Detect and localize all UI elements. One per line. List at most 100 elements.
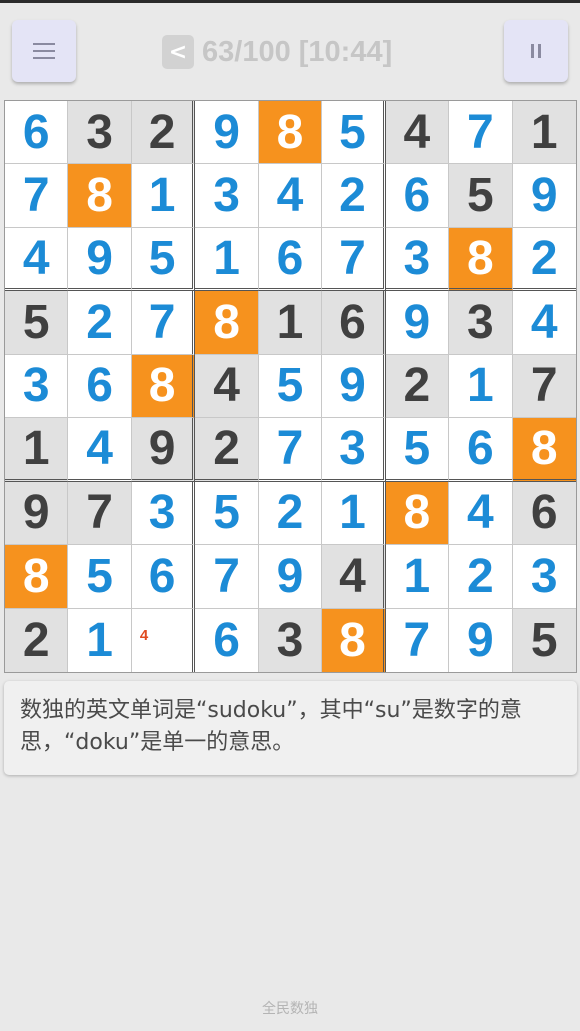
cell-r9c1[interactable]: 2 [5, 608, 69, 672]
cell-r3c1[interactable]: 4 [5, 227, 69, 292]
cell-r4c6[interactable]: 6 [322, 291, 386, 355]
cell-r8c3[interactable]: 6 [131, 545, 196, 609]
cell-r8c6[interactable]: 4 [322, 545, 386, 609]
cell-r8c7[interactable]: 1 [385, 545, 450, 609]
cell-r5c4[interactable]: 4 [195, 354, 259, 419]
cell-r9c6[interactable]: 8 [322, 608, 386, 672]
cell-r5c7[interactable]: 2 [385, 354, 450, 419]
cell-r6c9[interactable]: 8 [512, 418, 576, 482]
cell-r1c5[interactable]: 8 [258, 101, 323, 165]
cell-r4c9[interactable]: 4 [512, 291, 576, 355]
cell-r7c7[interactable]: 8 [385, 481, 450, 546]
pause-button[interactable] [504, 20, 568, 82]
cell-r1c2[interactable]: 3 [68, 101, 132, 165]
cell-digit: 7 [530, 359, 558, 413]
cell-r7c4[interactable]: 5 [195, 481, 259, 546]
cell-digit: 4 [22, 231, 50, 285]
cell-r1c4[interactable]: 9 [195, 101, 259, 165]
cell-r7c9[interactable]: 6 [512, 481, 576, 546]
cell-r6c7[interactable]: 5 [385, 418, 450, 482]
cell-r6c6[interactable]: 3 [322, 418, 386, 482]
cell-r9c2[interactable]: 1 [68, 608, 132, 672]
cell-r8c5[interactable]: 9 [258, 545, 323, 609]
cell-r3c4[interactable]: 1 [195, 227, 259, 292]
cell-digit: 6 [213, 613, 240, 667]
cell-digit: 1 [403, 549, 431, 603]
cell-digit: 6 [22, 105, 50, 159]
cell-r3c6[interactable]: 7 [322, 227, 386, 292]
cell-r9c5[interactable]: 3 [258, 608, 323, 672]
cell-r1c3[interactable]: 2 [131, 101, 196, 165]
cell-r4c3[interactable]: 7 [131, 291, 196, 355]
cell-r7c5[interactable]: 2 [258, 481, 323, 546]
cell-r3c8[interactable]: 8 [449, 227, 513, 292]
cell-digit: 2 [339, 169, 366, 223]
cell-r5c1[interactable]: 3 [5, 354, 69, 419]
cell-r8c9[interactable]: 3 [512, 545, 576, 609]
cell-r8c1[interactable]: 8 [5, 545, 69, 609]
cell-r6c2[interactable]: 4 [68, 418, 132, 482]
cell-r3c9[interactable]: 2 [512, 227, 576, 292]
cell-digit: 4 [86, 421, 113, 475]
cell-digit: 1 [148, 169, 176, 223]
cell-r6c5[interactable]: 7 [258, 418, 323, 482]
tip-box: 数独的英文单词是“sudoku”，其中“su”是数字的意思，“doku”是单一的… [4, 681, 577, 775]
cell-r6c1[interactable]: 1 [5, 418, 69, 482]
cell-r2c2[interactable]: 8 [68, 164, 132, 228]
cell-r2c8[interactable]: 5 [449, 164, 513, 228]
cell-r5c6[interactable]: 9 [322, 354, 386, 419]
cell-r8c2[interactable]: 5 [68, 545, 132, 609]
cell-r1c8[interactable]: 7 [449, 101, 513, 165]
cell-r6c8[interactable]: 6 [449, 418, 513, 482]
cell-r2c3[interactable]: 1 [131, 164, 196, 228]
cell-r4c8[interactable]: 3 [449, 291, 513, 355]
cell-r1c9[interactable]: 1 [512, 101, 576, 165]
cell-r3c7[interactable]: 3 [385, 227, 450, 292]
cell-r6c3[interactable]: 9 [131, 418, 196, 482]
cell-r2c5[interactable]: 4 [258, 164, 323, 228]
cell-r5c9[interactable]: 7 [512, 354, 576, 419]
cell-r5c5[interactable]: 5 [258, 354, 323, 419]
cell-r2c4[interactable]: 3 [195, 164, 259, 228]
cell-r4c5[interactable]: 1 [258, 291, 323, 355]
cell-r9c4[interactable]: 6 [195, 608, 259, 672]
cell-digit: 4 [530, 296, 558, 350]
cell-r8c4[interactable]: 7 [195, 545, 259, 609]
cell-r4c4[interactable]: 8 [195, 291, 259, 355]
cell-r5c2[interactable]: 6 [68, 354, 132, 419]
cell-r2c1[interactable]: 7 [5, 164, 69, 228]
cell-r3c2[interactable]: 9 [68, 227, 132, 292]
cell-digit: 2 [148, 105, 176, 159]
cell-r7c8[interactable]: 4 [449, 481, 513, 546]
cell-r9c3[interactable]: 4 [131, 608, 196, 672]
cell-digit: 7 [213, 549, 240, 603]
cell-r3c3[interactable]: 5 [131, 227, 196, 292]
cell-r7c1[interactable]: 9 [5, 481, 69, 546]
cell-r7c3[interactable]: 3 [131, 481, 196, 546]
cell-r8c8[interactable]: 2 [449, 545, 513, 609]
cell-r9c7[interactable]: 7 [385, 608, 450, 672]
undo-button[interactable]: < [162, 35, 194, 69]
cell-r9c9[interactable]: 5 [512, 608, 576, 672]
cell-r6c4[interactable]: 2 [195, 418, 259, 482]
cell-digit: 3 [22, 359, 50, 413]
cell-r7c2[interactable]: 7 [68, 481, 132, 546]
cell-r1c7[interactable]: 4 [385, 101, 450, 165]
cell-r1c1[interactable]: 6 [5, 101, 69, 165]
cell-r2c7[interactable]: 6 [385, 164, 450, 228]
cell-digit: 9 [22, 486, 50, 540]
cell-r5c8[interactable]: 1 [449, 354, 513, 419]
cell-digit: 8 [22, 549, 50, 603]
cell-digit: 1 [466, 359, 494, 413]
cell-r2c9[interactable]: 9 [512, 164, 576, 228]
cell-r1c6[interactable]: 5 [322, 101, 386, 165]
menu-button[interactable] [12, 20, 76, 82]
cell-r7c6[interactable]: 1 [322, 481, 386, 546]
cell-r2c6[interactable]: 2 [322, 164, 386, 228]
cell-r4c7[interactable]: 9 [385, 291, 450, 355]
cell-r3c5[interactable]: 6 [258, 227, 323, 292]
cell-r5c3[interactable]: 8 [131, 354, 196, 419]
cell-r9c8[interactable]: 9 [449, 608, 513, 672]
cell-r4c2[interactable]: 2 [68, 291, 132, 355]
cell-r4c1[interactable]: 5 [5, 291, 69, 355]
